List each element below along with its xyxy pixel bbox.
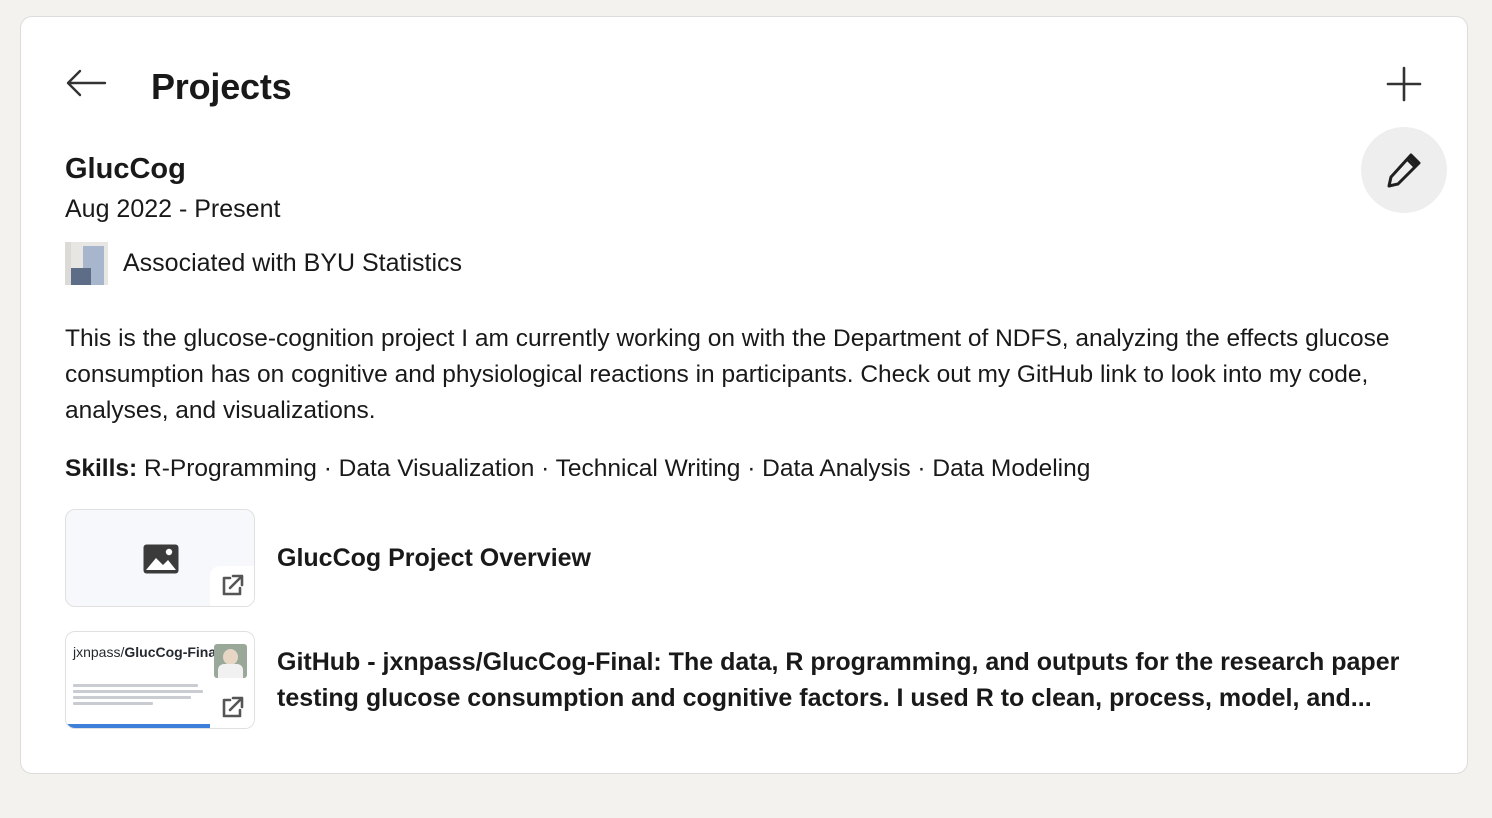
project-name: GlucCog — [65, 153, 186, 185]
external-link-icon — [222, 574, 244, 596]
media-thumbnail[interactable] — [65, 509, 255, 607]
external-link-badge — [210, 566, 254, 606]
project-description: This is the glucose-cognition project I … — [65, 325, 1390, 424]
thumbnail-repo: GlucCog-Final — [124, 644, 221, 660]
media-thumbnail[interactable]: jxnpass/GlucCog-Final — [65, 631, 255, 729]
edit-project-button[interactable] — [1361, 127, 1447, 213]
project-skills: Skills: R-Programming · Data Visualizati… — [65, 451, 1090, 487]
image-icon — [143, 544, 179, 574]
skills-list: R-Programming · Data Visualization · Tec… — [144, 455, 1091, 482]
external-link-badge — [210, 688, 254, 728]
back-button[interactable] — [61, 63, 109, 103]
add-project-button[interactable] — [1379, 61, 1429, 107]
thumbnail-avatar — [214, 644, 247, 678]
media-title[interactable]: GitHub - jxnpass/GlucCog-Final: The data… — [277, 644, 1445, 716]
thumbnail-language-bar — [66, 724, 212, 728]
plus-icon — [1386, 66, 1422, 102]
external-link-icon — [222, 696, 244, 718]
thumbnail-repo-title: jxnpass/GlucCog-Final — [73, 644, 220, 660]
project-association: Associated with BYU Statistics — [65, 241, 462, 285]
project-dates: Aug 2022 - Present — [65, 195, 281, 223]
organization-logo — [65, 241, 108, 285]
media-item-github[interactable]: jxnpass/GlucCog-Final GitHub - jxnpass/G… — [65, 631, 1445, 729]
projects-card: Projects GlucCog Aug 2022 - Present Asso… — [20, 16, 1468, 774]
thumbnail-owner: jxnpass/ — [73, 644, 125, 660]
media-item-overview[interactable]: GlucCog Project Overview — [65, 509, 1445, 607]
page-title: Projects — [151, 66, 292, 107]
media-title[interactable]: GlucCog Project Overview — [277, 540, 591, 576]
thumbnail-text-lines — [73, 684, 203, 708]
association-text: Associated with BYU Statistics — [123, 249, 463, 277]
skills-label: Skills: — [65, 455, 138, 482]
pencil-icon — [1387, 153, 1421, 188]
arrow-left-icon — [66, 69, 107, 97]
